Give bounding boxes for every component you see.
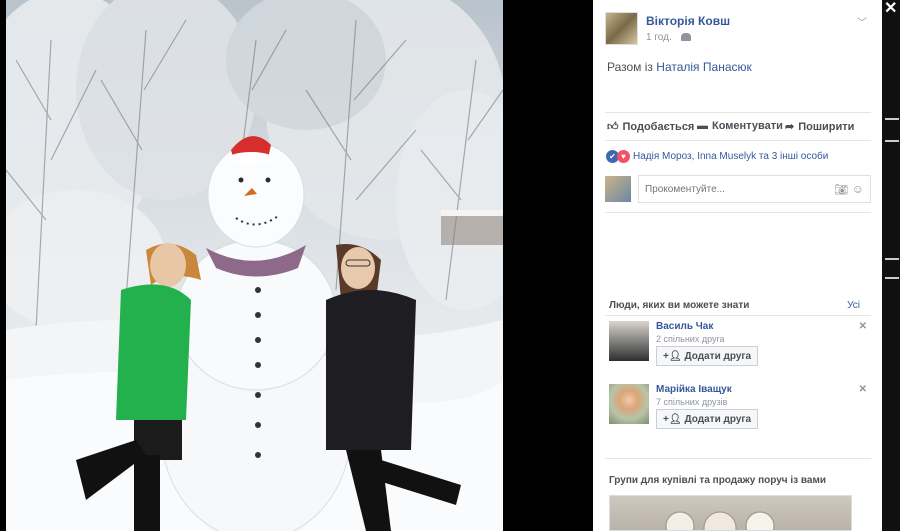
pymk-title: Люди, яких ви можете знати [609, 300, 750, 311]
comment-composer: 📷︎ ☺ [605, 175, 871, 204]
divider [605, 112, 871, 113]
person-photo[interactable] [609, 384, 649, 424]
tagged-person-link[interactable]: Наталія Панасюк [656, 60, 751, 74]
post-photo[interactable] [6, 0, 503, 531]
divider [885, 140, 899, 142]
divider [605, 315, 871, 316]
share-arrow-icon: ➦ [785, 121, 795, 133]
reactions-text[interactable]: Надія Мороз, Inna Muselyk та 3 інші особ… [633, 151, 828, 162]
thumbs-up-icon: 👍︎ [607, 121, 619, 133]
divider [605, 140, 871, 141]
close-viewer-icon[interactable]: ✕ [884, 0, 897, 18]
reactions-summary[interactable]: ✔ ♥ Надія Мороз, Inna Muselyk та 3 інші … [606, 148, 828, 164]
comment-input[interactable] [645, 184, 825, 195]
like-button[interactable]: 👍︎ Подобається [607, 120, 695, 134]
add-friend-label: Додати друга [684, 350, 752, 362]
camera-icon[interactable]: 📷︎ [834, 183, 848, 196]
comment-bubble-icon: ▬ [697, 120, 708, 132]
post-time[interactable]: 1 год. [646, 32, 672, 43]
viewer-avatar [605, 176, 631, 202]
group-card-image[interactable] [609, 495, 852, 531]
love-reaction-icon: ♥ [617, 149, 630, 163]
add-friend-icon: +👤︎ [663, 350, 682, 362]
post-side-panel: Вікторія Ковш 1 год. ﹀ Разом із Наталія … [593, 0, 882, 531]
groups-title: Групи для купівлі та продажу поруч із ва… [609, 475, 827, 486]
share-label: Поширити [798, 120, 855, 133]
comment-box[interactable]: 📷︎ ☺ [638, 175, 871, 203]
person-photo[interactable] [609, 321, 649, 361]
divider [885, 118, 899, 120]
audience-friends-icon[interactable] [680, 33, 691, 41]
group-card-illustration [665, 511, 775, 530]
mutual-friends[interactable]: 7 спільних друзів [656, 397, 727, 407]
emoji-icon[interactable]: ☺ [852, 182, 864, 196]
comment-label: Коментувати [712, 120, 783, 132]
close-icon[interactable]: ✕ [859, 321, 867, 332]
person-name[interactable]: Марійка Іващук [656, 384, 732, 395]
photo-viewer: Вікторія Ковш 1 год. ﹀ Разом із Наталія … [0, 0, 900, 531]
close-icon[interactable]: ✕ [859, 384, 867, 395]
post-header: Вікторія Ковш 1 год. ﹀ [605, 12, 875, 48]
tagged-with: Разом із Наталія Панасюк [607, 60, 752, 74]
mutual-friends[interactable]: 2 спільних друга [656, 334, 725, 344]
pymk-person: Василь Чак 2 спільних друга +👤︎ Додати д… [609, 321, 867, 367]
divider [605, 458, 871, 459]
add-friend-icon: +👤︎ [663, 413, 682, 425]
chevron-down-icon[interactable]: ﹀ [857, 14, 867, 29]
comment-button[interactable]: ▬ Коментувати [697, 120, 783, 132]
divider [885, 258, 899, 260]
add-friend-button[interactable]: +👤︎ Додати друга [656, 409, 759, 429]
author-name[interactable]: Вікторія Ковш [646, 14, 730, 28]
divider [605, 212, 871, 213]
photo-illustration [6, 0, 503, 531]
share-button[interactable]: ➦ Поширити [785, 120, 855, 134]
right-edge-strip [882, 0, 900, 531]
like-label: Подобається [622, 120, 695, 133]
author-avatar[interactable] [605, 12, 638, 45]
post-meta: 1 год. [646, 32, 691, 43]
add-friend-button[interactable]: +👤︎ Додати друга [656, 346, 759, 366]
pymk-person: Марійка Іващук 7 спільних друзів +👤︎ Дод… [609, 384, 867, 430]
post-actions: 👍︎ Подобається ▬ Коментувати ➦ Поширити [607, 120, 877, 136]
divider [885, 277, 899, 279]
add-friend-label: Додати друга [684, 413, 752, 425]
with-prefix: Разом із [607, 60, 653, 74]
person-name[interactable]: Василь Чак [656, 321, 713, 332]
see-all-link[interactable]: Усі [847, 300, 860, 311]
